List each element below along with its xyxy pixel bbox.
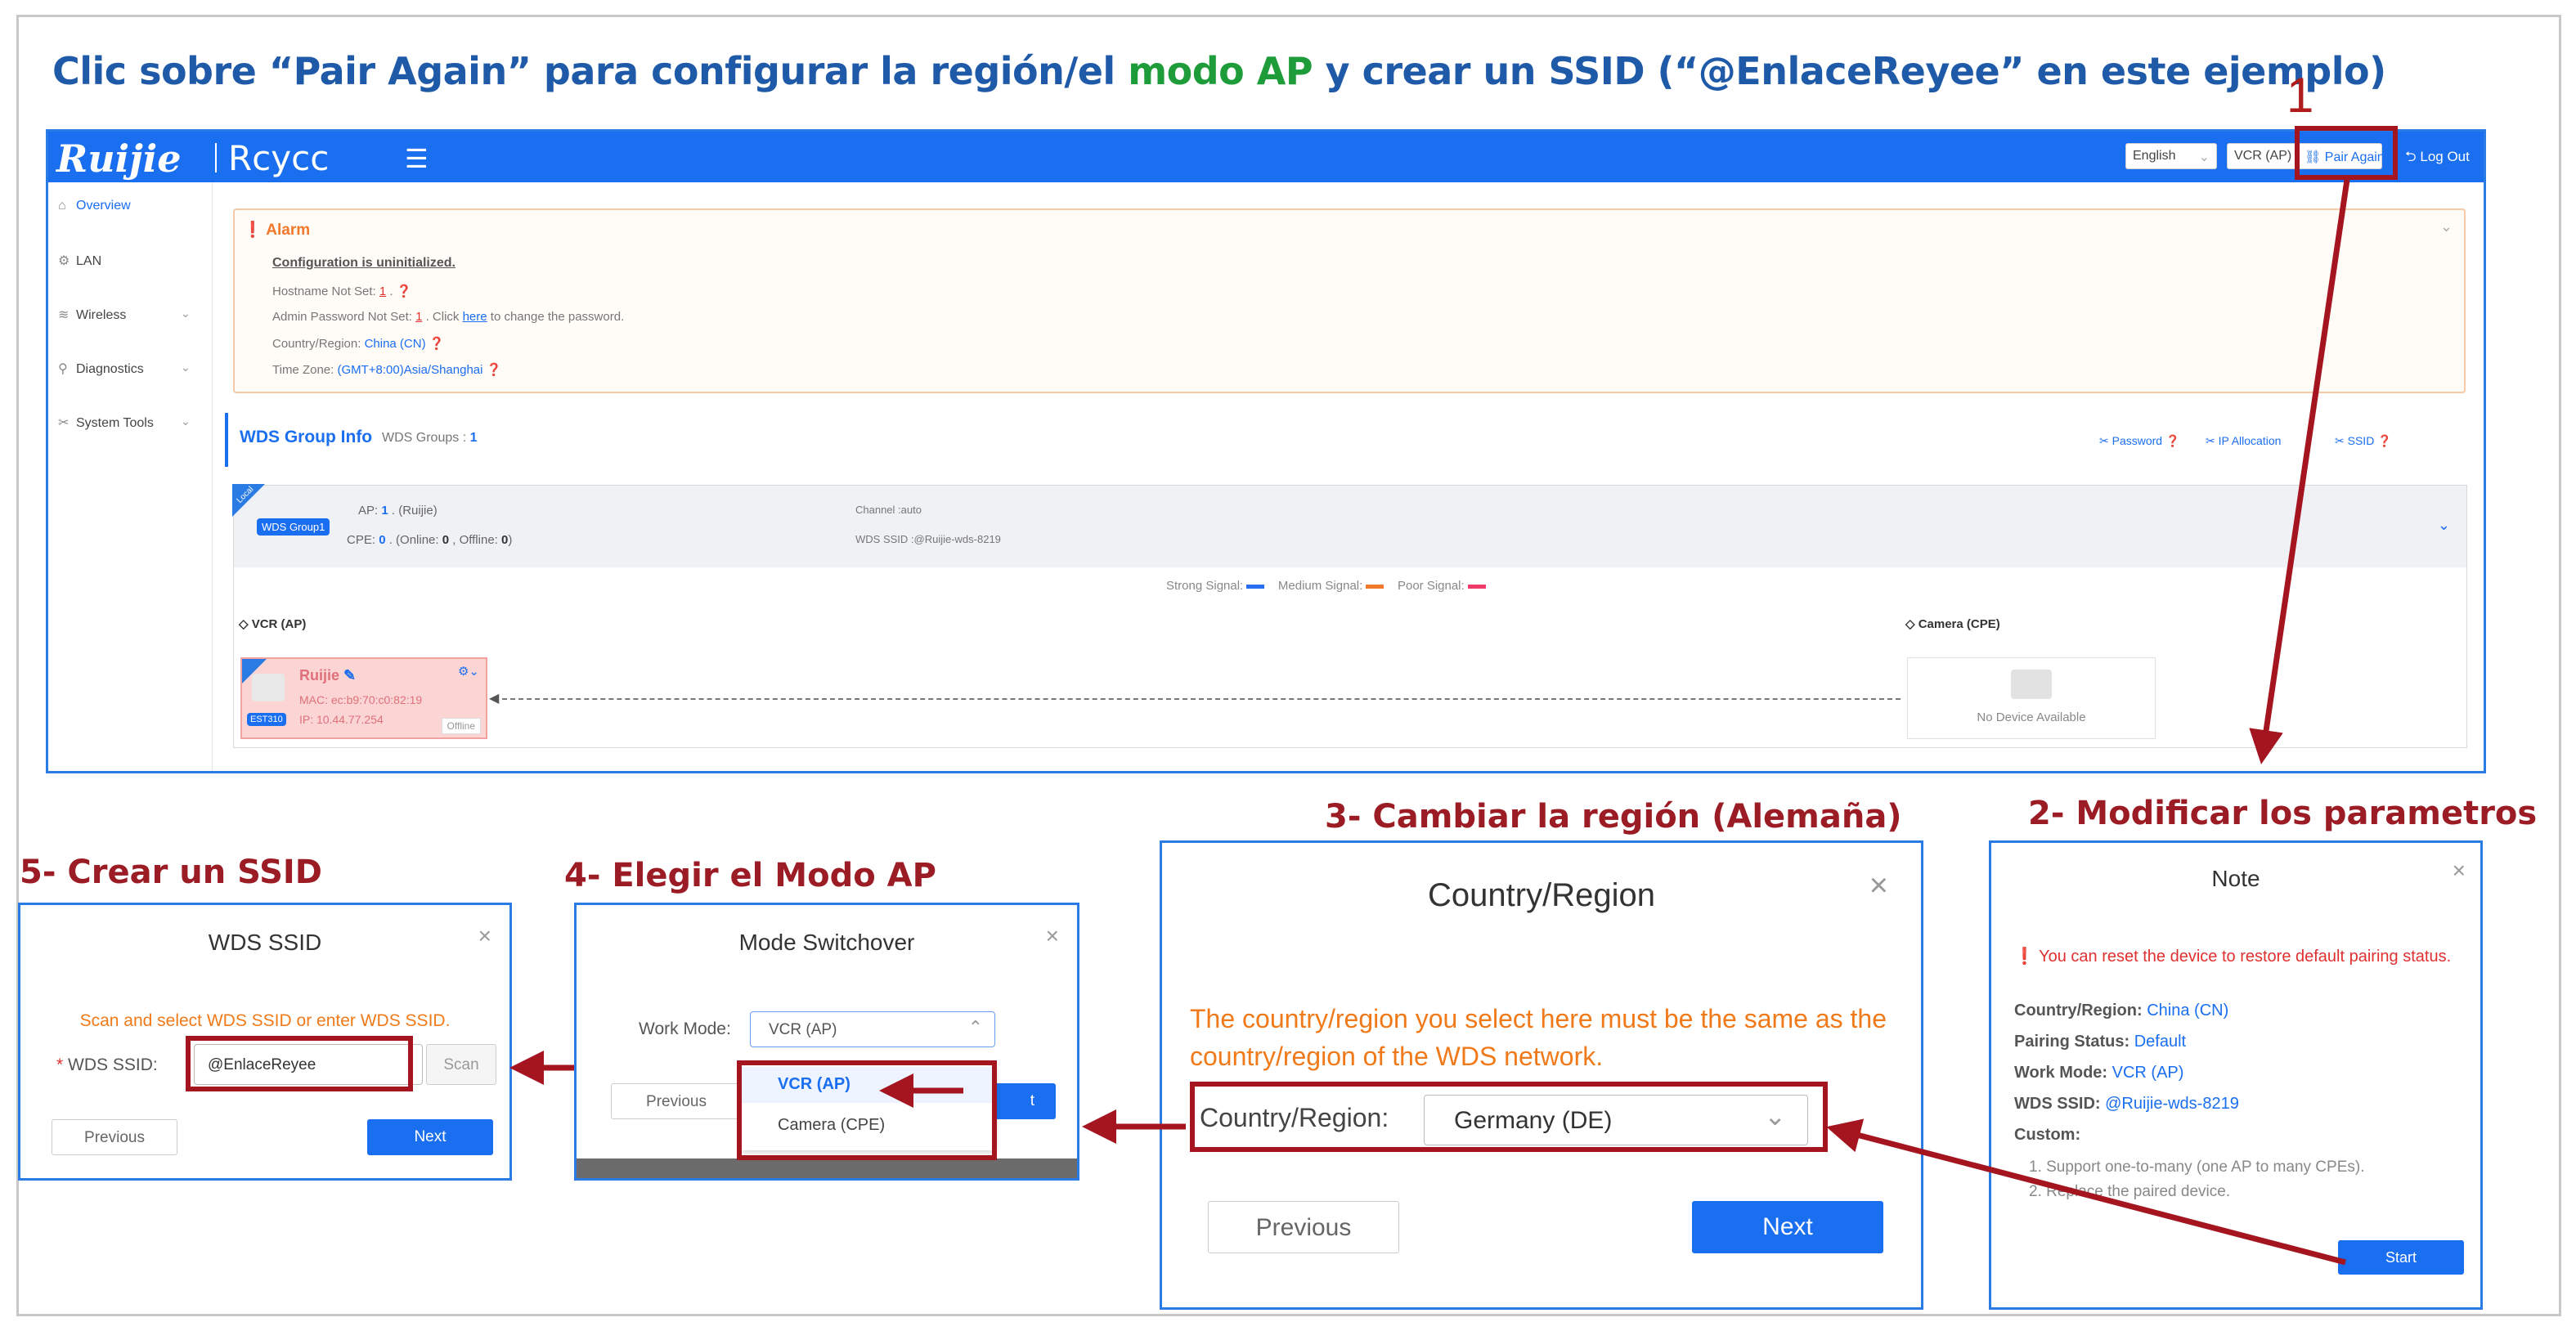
flow-arrows (509, 179, 2350, 1266)
arrow-step2-to-3 (1826, 1118, 2346, 1266)
arrow-step1-to-2 (2249, 179, 2350, 764)
